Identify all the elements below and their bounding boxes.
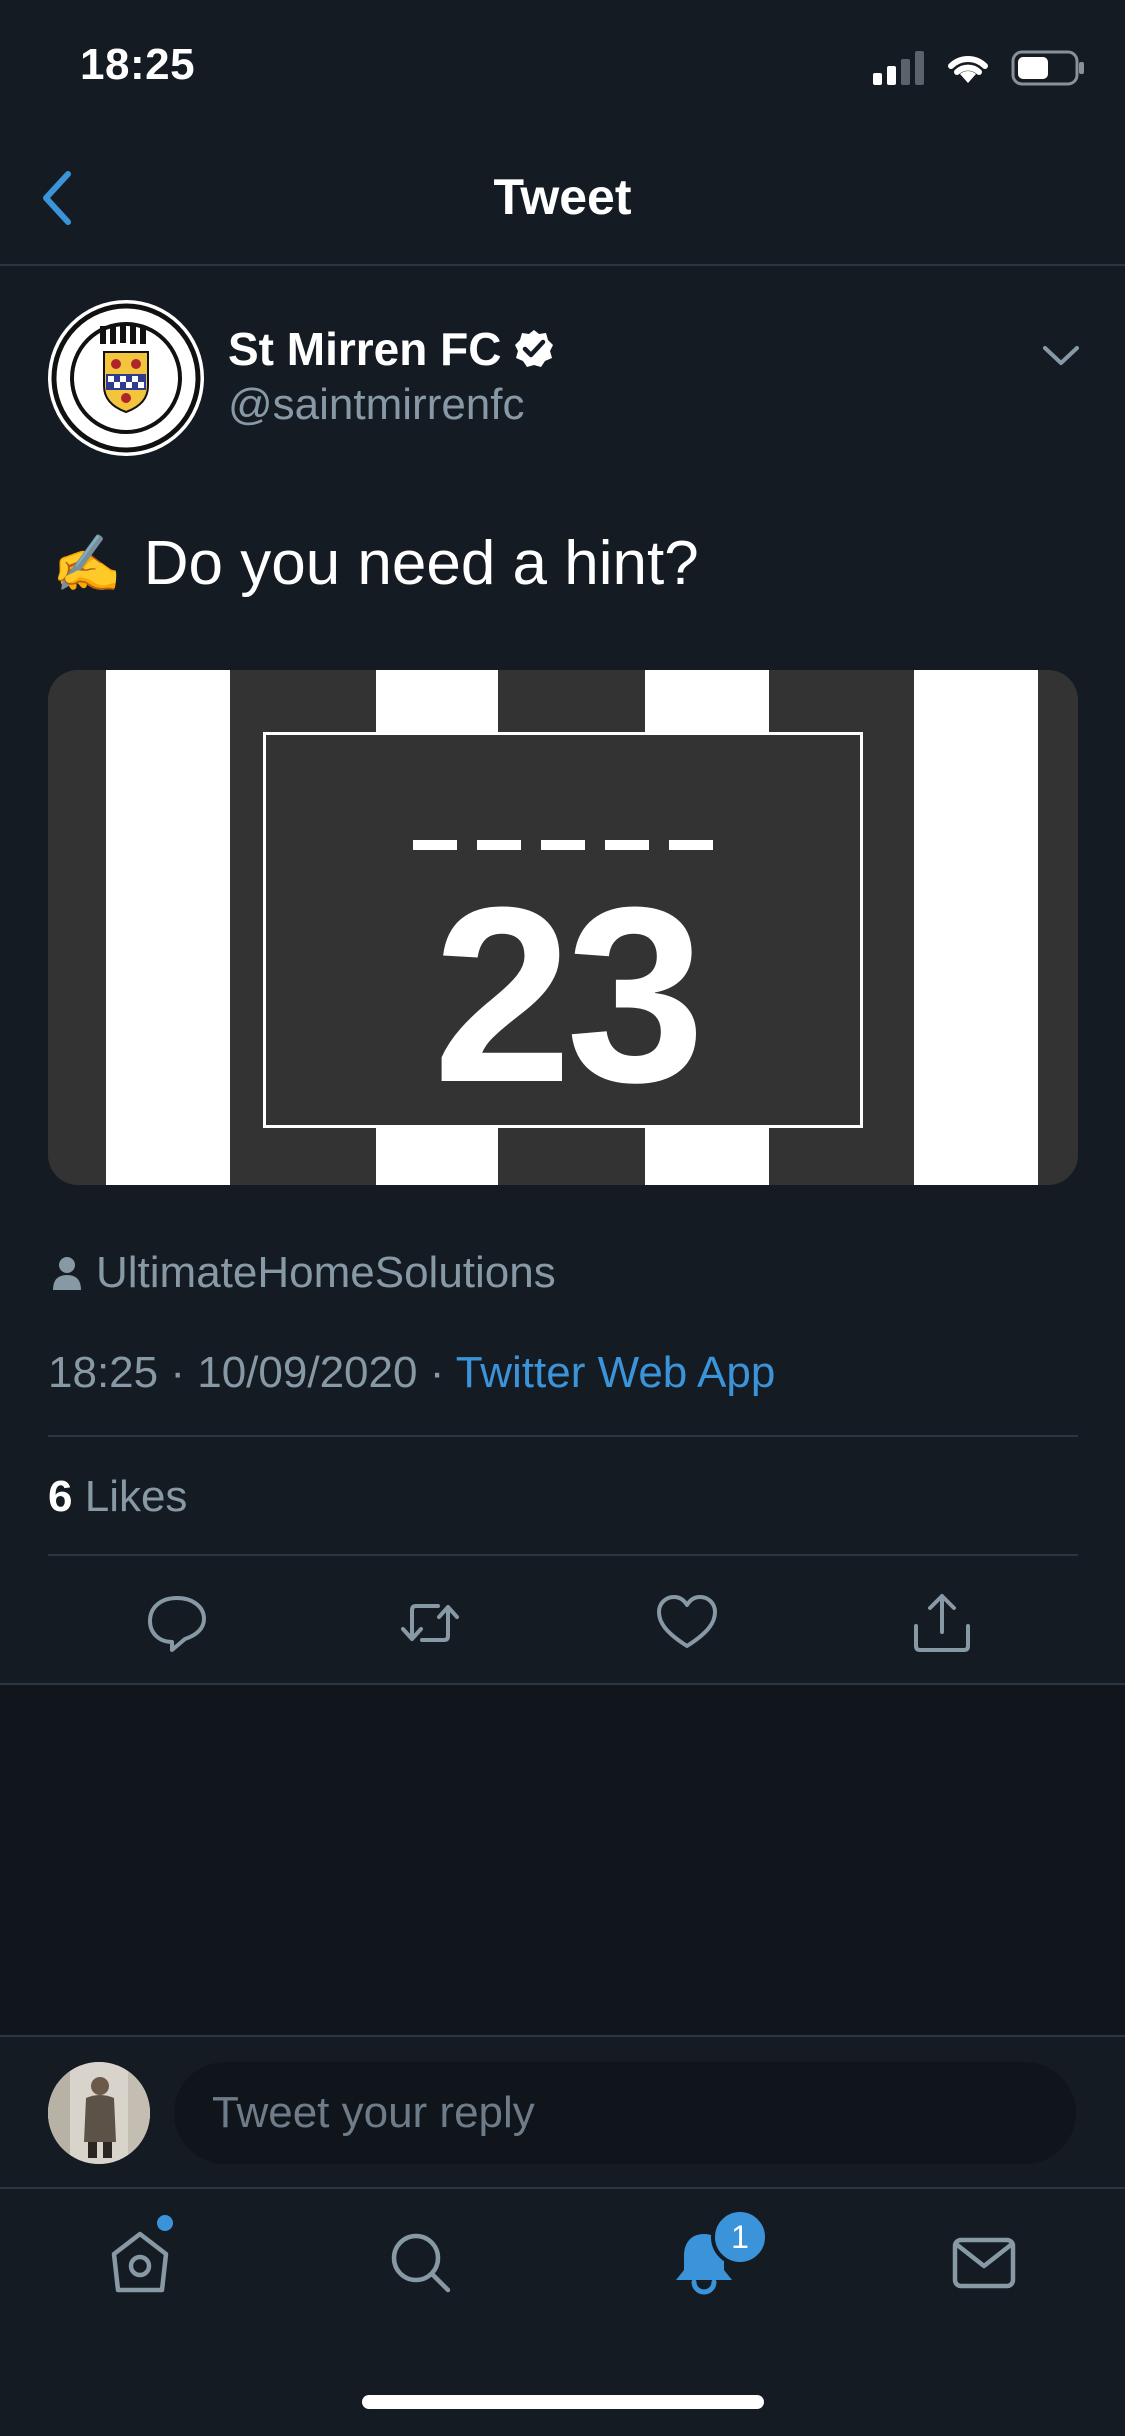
writing-hand-emoji: ✍️	[52, 531, 122, 595]
number-board: 23	[263, 732, 863, 1128]
media-stripe	[106, 670, 230, 1185]
share-icon[interactable]	[910, 1592, 974, 1654]
separator: ·	[429, 1348, 445, 1397]
tweet-body: Do you need a hint?	[143, 529, 699, 598]
tweet-timestamp: 18:25 · 10/09/2020 · Twitter Web App	[48, 1348, 775, 1398]
club-crest-logo	[51, 303, 201, 453]
tweet-text: ✍️ Do you need a hint?	[52, 528, 699, 599]
shirt-number: 23	[432, 855, 705, 1134]
mail-icon[interactable]	[950, 2228, 1018, 2296]
reply-divider	[0, 2035, 1125, 2037]
tweet-time: 18:25	[48, 1348, 159, 1397]
author-handle[interactable]: @saintmirrenfc	[228, 380, 525, 430]
page-title: Tweet	[493, 169, 632, 225]
tweet-media[interactable]: 23	[48, 670, 1078, 1185]
author-name[interactable]: St Mirren FC	[228, 322, 555, 376]
home-unread-dot	[157, 2215, 173, 2231]
battery-icon	[1011, 50, 1084, 86]
notification-badge: 1	[711, 2208, 769, 2266]
likes-label: Likes	[84, 1472, 188, 1521]
meta-divider	[48, 1435, 1078, 1437]
tabbar-divider	[0, 2187, 1125, 2189]
reply-input[interactable]: Tweet your reply	[174, 2062, 1076, 2164]
blank-dashes	[413, 840, 713, 850]
reply-icon[interactable]	[145, 1592, 209, 1654]
stats-divider	[48, 1554, 1078, 1556]
status-time: 18:25	[80, 40, 196, 89]
user-photo	[48, 2062, 150, 2164]
wifi-icon	[948, 55, 988, 83]
home-icon[interactable]	[106, 2228, 174, 2296]
tweet-date: 10/09/2020	[197, 1348, 418, 1397]
retweet-icon[interactable]	[398, 1592, 462, 1654]
promoted-name: UltimateHomeSolutions	[96, 1248, 556, 1297]
promoted-label[interactable]: UltimateHomeSolutions	[52, 1248, 556, 1298]
like-icon[interactable]	[655, 1592, 719, 1654]
likes-count: 6	[48, 1472, 73, 1521]
media-stripe	[914, 670, 1038, 1185]
chevron-down-icon[interactable]	[1040, 340, 1082, 370]
separator: ·	[170, 1348, 185, 1397]
home-indicator[interactable]	[362, 2395, 764, 2409]
status-icons	[873, 48, 1085, 88]
search-icon[interactable]	[386, 2228, 454, 2296]
my-avatar[interactable]	[48, 2062, 150, 2164]
signal-icon	[873, 51, 924, 85]
verified-icon	[515, 330, 554, 367]
tweet-source-link[interactable]: Twitter Web App	[456, 1348, 776, 1397]
person-icon	[53, 1257, 81, 1290]
author-name-text: St Mirren FC	[228, 323, 502, 375]
likes-stat[interactable]: 6 Likes	[48, 1472, 187, 1522]
author-avatar[interactable]	[48, 300, 204, 456]
empty-thread-area	[0, 1685, 1125, 2035]
nav-divider	[0, 264, 1125, 266]
